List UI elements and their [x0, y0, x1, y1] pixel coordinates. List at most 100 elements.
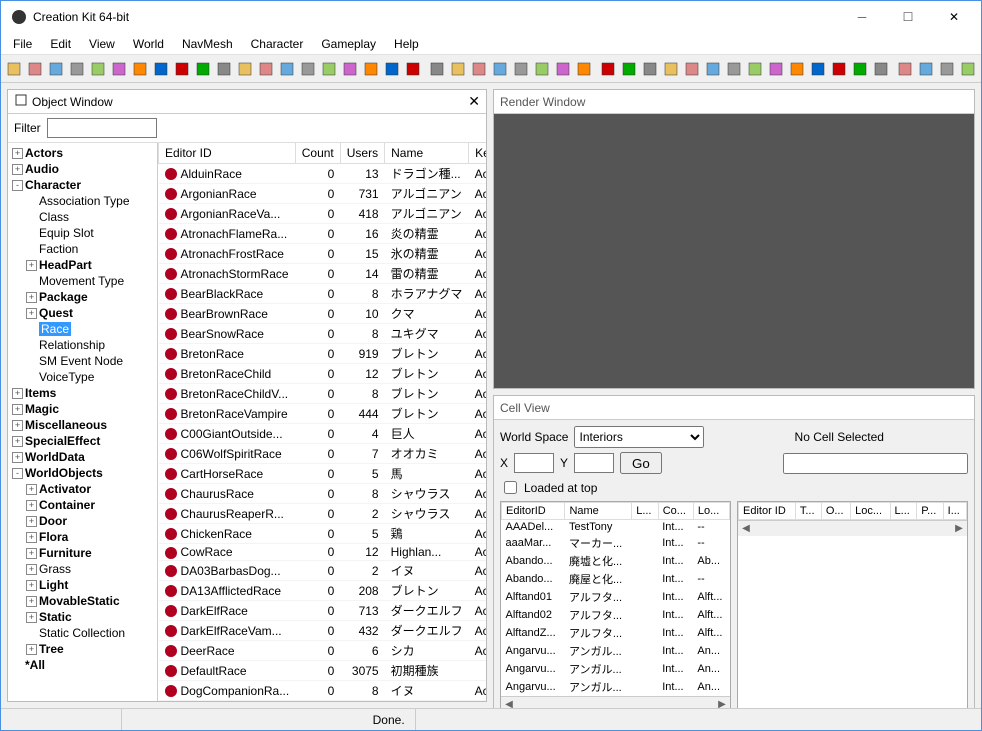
scroll-right-icon[interactable]: ▶: [714, 697, 730, 708]
table-row[interactable]: Alftand02アルフタ...Int...Alft...: [502, 606, 730, 624]
column-header[interactable]: L...: [890, 503, 917, 520]
toolbar-open-icon[interactable]: [26, 60, 44, 78]
table-row[interactable]: AlftandZ...アルフタ...Int...Alft...: [502, 624, 730, 642]
tree-item-light[interactable]: +Light: [24, 577, 155, 593]
toolbar-refs-icon[interactable]: [278, 60, 296, 78]
table-row[interactable]: ChaurusRace08シャウラスActorTy...: [159, 484, 487, 504]
column-header[interactable]: Loc...: [851, 503, 890, 520]
toolbar-b5-icon[interactable]: [725, 60, 743, 78]
toolbar-c4-icon[interactable]: [959, 60, 977, 78]
table-row[interactable]: AlduinRace013ドラゴン種...ActorTy...: [159, 164, 487, 184]
table-row[interactable]: DarkElfRace0713ダークエルフActorTy...: [159, 601, 487, 621]
table-row[interactable]: AtronachFlameRa...016炎の精霊ActorTy...: [159, 224, 487, 244]
scrollbar[interactable]: ◀ ▶: [738, 520, 967, 536]
toolbar-c1-icon[interactable]: [896, 60, 914, 78]
toolbar-file-icon[interactable]: [5, 60, 23, 78]
world-space-select[interactable]: Interiors: [574, 426, 704, 448]
table-row[interactable]: C00GiantOutside...04巨人ActorTy...: [159, 424, 487, 444]
table-row[interactable]: DefaultRace03075初期種族: [159, 661, 487, 681]
cell-list-right[interactable]: Editor IDT...O...Loc...L...P...I... ◀ ▶: [737, 501, 968, 708]
table-row[interactable]: DogCompanionRa...08イヌActorTy...: [159, 681, 487, 701]
tree-item-grass[interactable]: +Grass: [24, 561, 155, 577]
tree-item-association-type[interactable]: Association Type: [24, 193, 155, 209]
table-row[interactable]: DeerRace06シカActorTy...: [159, 641, 487, 661]
tree-item-static-collection[interactable]: Static Collection: [24, 625, 155, 641]
x-input[interactable]: [514, 453, 554, 473]
tree-item-activator[interactable]: +Activator: [24, 481, 155, 497]
menu-file[interactable]: File: [5, 35, 40, 53]
toolbar-coll-icon[interactable]: [554, 60, 572, 78]
go-button[interactable]: Go: [620, 452, 662, 474]
toolbar-b8-icon[interactable]: [788, 60, 806, 78]
tree-item-audio[interactable]: +Audio: [10, 161, 155, 177]
toolbar-marker-icon[interactable]: [257, 60, 275, 78]
toolbar-save-icon[interactable]: [47, 60, 65, 78]
toolbar-undo-icon[interactable]: [89, 60, 107, 78]
render-viewport[interactable]: [494, 114, 974, 388]
table-row[interactable]: DogRace015イヌActorTy...: [159, 701, 487, 702]
table-row[interactable]: Abando...廃墟と化...Int...Ab...: [502, 552, 730, 570]
toolbar-b7-icon[interactable]: [767, 60, 785, 78]
tree-item-door[interactable]: +Door: [24, 513, 155, 529]
tree-item-furniture[interactable]: +Furniture: [24, 545, 155, 561]
table-row[interactable]: DA03BarbasDog...02イヌActorTy...: [159, 561, 487, 581]
table-row[interactable]: ChaurusReaperR...02シャウラスActorTy...: [159, 504, 487, 524]
tree-item-specialeffect[interactable]: +SpecialEffect: [10, 433, 155, 449]
table-row[interactable]: DA13AfflictedRace0208ブレトンActorTy...: [159, 581, 487, 601]
column-header[interactable]: Editor ID: [739, 503, 796, 520]
tree-item-worlddata[interactable]: +WorldData: [10, 449, 155, 465]
column-header[interactable]: P...: [917, 503, 943, 520]
tree-item-movement-type[interactable]: Movement Type: [24, 273, 155, 289]
column-header[interactable]: EditorID: [502, 503, 565, 520]
toolbar-terrain-icon[interactable]: [215, 60, 233, 78]
table-row[interactable]: Angarvu...アンガル...Int...An...: [502, 660, 730, 678]
table-row[interactable]: BearBlackRace08ホラアナグマActorTy...: [159, 284, 487, 304]
tree-item-container[interactable]: +Container: [24, 497, 155, 513]
toolbar-b4-icon[interactable]: [704, 60, 722, 78]
y-input[interactable]: [574, 453, 614, 473]
maximize-button[interactable]: ☐: [885, 1, 931, 33]
selected-cell-input[interactable]: [783, 453, 968, 474]
toolbar-world-icon[interactable]: [173, 60, 191, 78]
tree-item-headpart[interactable]: +HeadPart: [24, 257, 155, 273]
column-header[interactable]: I...: [943, 503, 966, 520]
tree-item-static[interactable]: +Static: [24, 609, 155, 625]
toolbar-b9-icon[interactable]: [809, 60, 827, 78]
table-row[interactable]: Angarvu...アンガル...Int...An...: [502, 678, 730, 696]
toolbar-anim-icon[interactable]: [449, 60, 467, 78]
filter-input[interactable]: [47, 118, 157, 138]
table-row[interactable]: AAADel...TestTonyInt...--: [502, 520, 730, 535]
menu-character[interactable]: Character: [243, 35, 312, 53]
toolbar-fav-icon[interactable]: [620, 60, 638, 78]
category-tree[interactable]: +Actors+Audio-CharacterAssociation TypeC…: [8, 143, 158, 701]
tree-item-race[interactable]: Race: [24, 321, 155, 337]
scroll-left-icon[interactable]: ◀: [738, 521, 754, 536]
table-row[interactable]: aaaMar...マーカー...Int...--: [502, 534, 730, 552]
table-row[interactable]: ChickenRace05鶏ActorTy...: [159, 524, 487, 544]
table-row[interactable]: BearSnowRace08ユキグマActorTy...: [159, 324, 487, 344]
column-header[interactable]: O...: [821, 503, 850, 520]
toolbar-b2-icon[interactable]: [662, 60, 680, 78]
tree-item-equip-slot[interactable]: Equip Slot: [24, 225, 155, 241]
toolbar-room-icon[interactable]: [404, 60, 422, 78]
table-row[interactable]: BretonRace0919ブレトンActorTy...: [159, 344, 487, 364]
toolbar-b12-icon[interactable]: [872, 60, 890, 78]
tree-item--all[interactable]: *All: [10, 657, 155, 673]
column-header[interactable]: Count: [295, 143, 340, 164]
column-header[interactable]: Name: [385, 143, 469, 164]
toolbar-c3-icon[interactable]: [938, 60, 956, 78]
tree-item-class[interactable]: Class: [24, 209, 155, 225]
toolbar-nav2-icon[interactable]: [341, 60, 359, 78]
column-header[interactable]: Lo...: [693, 503, 729, 520]
table-row[interactable]: CowRace012Highlan...ActorTy...: [159, 544, 487, 561]
toolbar-snap-icon[interactable]: [131, 60, 149, 78]
table-row[interactable]: DarkElfRaceVam...0432ダークエルフActorTy...: [159, 621, 487, 641]
toolbar-light2-icon[interactable]: [491, 60, 509, 78]
toolbar-c2-icon[interactable]: [917, 60, 935, 78]
scrollbar[interactable]: ◀ ▶: [501, 696, 730, 708]
object-list[interactable]: Editor IDCountUsersNameKeywor... AlduinR…: [158, 143, 486, 701]
tree-item-sm-event-node[interactable]: SM Event Node: [24, 353, 155, 369]
toolbar-snap-angle-icon[interactable]: [152, 60, 170, 78]
table-row[interactable]: Alftand01アルフタ...Int...Alft...: [502, 588, 730, 606]
table-row[interactable]: AtronachFrostRace015氷の精霊ActorTy...: [159, 244, 487, 264]
